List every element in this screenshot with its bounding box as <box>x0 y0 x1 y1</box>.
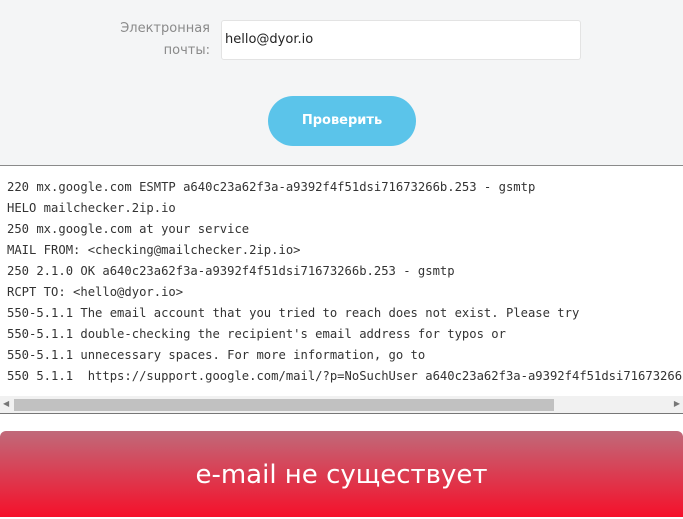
log-line: RCPT TO: <hello@dyor.io> <box>7 285 184 299</box>
log-line: MAIL FROM: <checking@mailchecker.2ip.io> <box>7 243 301 257</box>
result-banner: e-mail не существует <box>0 431 683 517</box>
log-line: 550 5.1.1 https://support.google.com/mai… <box>7 369 683 383</box>
log-line: HELO mailchecker.2ip.io <box>7 201 176 215</box>
scrollbar-thumb[interactable] <box>14 399 554 411</box>
log-line: 220 mx.google.com ESMTP a640c23a62f3a-a9… <box>7 180 536 194</box>
scroll-left-arrow-icon[interactable]: ◀ <box>3 399 9 408</box>
log-line: 550-5.1.1 unnecessary spaces. For more i… <box>7 348 426 362</box>
log-line: 250 mx.google.com at your service <box>7 222 250 236</box>
email-label: Электронная почты: <box>120 18 210 62</box>
email-label-line2: почты: <box>163 43 210 58</box>
log-line: 550-5.1.1 The email account that you tri… <box>7 306 580 320</box>
smtp-log: 220 mx.google.com ESMTP a640c23a62f3a-a9… <box>0 167 683 396</box>
email-label-line1: Электронная <box>120 21 210 36</box>
check-form: Электронная почты: hello@dyor.io Проверит… <box>0 0 683 166</box>
log-line: 550-5.1.1 double-checking the recipient'… <box>7 327 506 341</box>
horizontal-scrollbar[interactable]: ◀ ▶ <box>0 396 683 414</box>
scroll-right-arrow-icon[interactable]: ▶ <box>674 399 680 408</box>
check-button[interactable]: Проверить <box>268 96 416 146</box>
email-input[interactable]: hello@dyor.io <box>221 20 581 60</box>
log-line: 250 2.1.0 OK a640c23a62f3a-a9392f4f51dsi… <box>7 264 455 278</box>
